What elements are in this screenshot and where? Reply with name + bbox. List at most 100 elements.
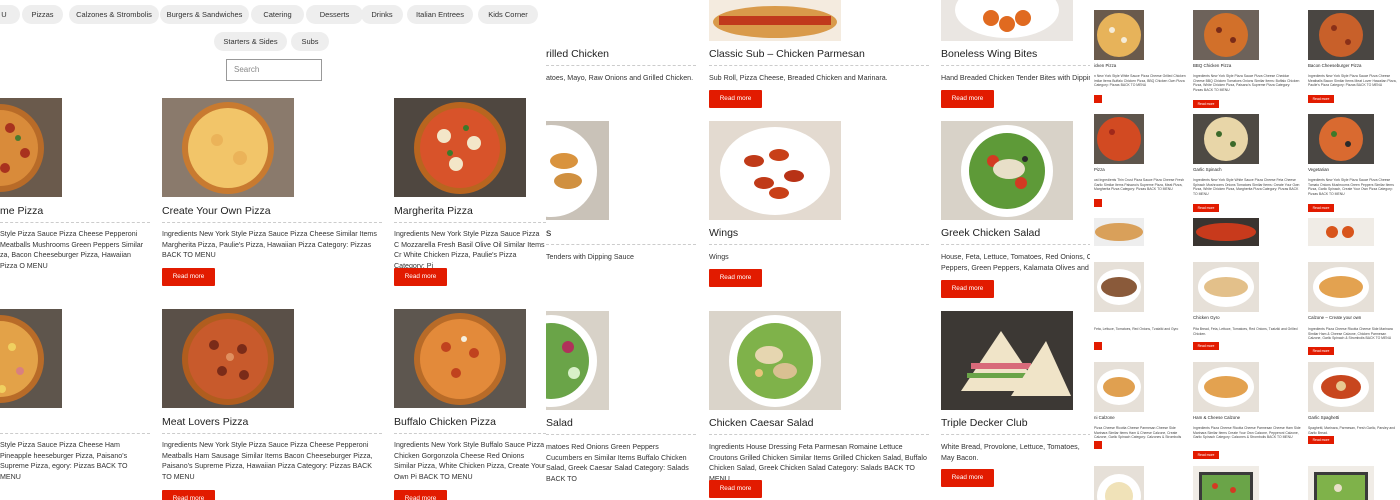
ham-cheese-calzone-thumb[interactable] <box>1193 362 1259 412</box>
search-input[interactable]: Search <box>226 59 322 81</box>
menu-item-title[interactable]: Pizza <box>1094 167 1105 172</box>
chicken-tenders-image[interactable] <box>546 121 609 220</box>
menu-item-title[interactable]: me Pizza <box>0 205 43 217</box>
menu-item-title[interactable]: Greek Chicken Salad <box>941 227 1040 239</box>
read-more-button[interactable]: Read more <box>162 490 215 500</box>
menu-item-title[interactable]: Salad <box>546 417 573 429</box>
read-more-button[interactable]: Read more <box>162 268 215 286</box>
menu-item-title[interactable]: Ham & Cheese Calzone <box>1193 415 1240 420</box>
bacon-cheeseburger-pizza-thumb[interactable] <box>1308 10 1374 60</box>
read-more-button[interactable]: Read more <box>1308 436 1334 444</box>
triple-decker-club-image[interactable] <box>941 311 1073 410</box>
menu-item-title[interactable]: Meat Lovers Pizza <box>162 416 248 428</box>
read-more-button[interactable]: Read more <box>941 280 994 298</box>
read-more-button[interactable]: Read more <box>1193 342 1219 350</box>
read-more-button[interactable] <box>1094 441 1102 449</box>
read-more-button[interactable] <box>1094 95 1102 103</box>
menu-item-description: Ingredients New York Style White Sauce P… <box>1193 178 1300 196</box>
create-your-own-pizza-image[interactable] <box>162 98 294 197</box>
read-more-button[interactable]: Read more <box>1193 451 1219 459</box>
chicken-pizza-thumb[interactable] <box>1094 10 1144 60</box>
pizza-thumb[interactable] <box>1094 114 1144 164</box>
menu-item-description: Ingredients House Dressing Feta Parmesan… <box>709 443 927 483</box>
sub-thumb[interactable] <box>1193 218 1259 246</box>
menu-item-description: House, Feta, Lettuce, Tomatoes, Red Onio… <box>941 253 1090 272</box>
category-tab[interactable]: Calzones & Strombolis <box>69 5 159 24</box>
menu-item-title[interactable]: Garlic Spaghetti <box>1308 415 1339 420</box>
menu-item-title[interactable]: Buffalo Chicken Pizza <box>394 416 496 428</box>
read-more-button[interactable]: Read more <box>941 90 994 108</box>
calzone-thumb[interactable] <box>1094 362 1144 412</box>
read-more-button[interactable] <box>1094 342 1102 350</box>
margherita-pizza-image[interactable] <box>394 98 526 197</box>
menu-item-title[interactable]: Bacon Cheeseburger Pizza <box>1308 63 1361 68</box>
menu-item-description: Spaghetti, Marinara, Parmesan, Fresh Gar… <box>1308 426 1396 435</box>
read-more-button[interactable] <box>1094 199 1102 207</box>
greek-chicken-salad-image[interactable] <box>941 121 1073 220</box>
read-more-button[interactable]: Read more <box>709 480 762 498</box>
read-more-button[interactable]: Read more <box>1193 100 1219 108</box>
menu-item-title[interactable]: rilled Chicken <box>546 48 609 60</box>
menu-item-title[interactable]: s <box>546 227 551 239</box>
menu-item-title[interactable]: Calzone – Create your own <box>1308 315 1361 320</box>
calzone-thumb[interactable] <box>1308 262 1374 312</box>
menu-item-title[interactable]: Margherita Pizza <box>394 205 473 217</box>
read-more-button[interactable]: Read more <box>1308 95 1334 103</box>
menu-item-description: Sub Roll, Pizza Cheese, Breaded Chicken … <box>709 74 888 82</box>
menu-item-title[interactable]: Chicken Gyro <box>1193 315 1220 320</box>
menu-item-description: Ingredients New York Style Pizza Sauce P… <box>394 230 545 270</box>
pasta-thumb[interactable] <box>1094 466 1144 500</box>
read-more-button[interactable]: Read more <box>941 469 994 487</box>
gyro-thumb[interactable] <box>1094 262 1144 312</box>
menu-item-title[interactable]: icken Pizza <box>1094 63 1116 68</box>
read-more-button[interactable]: Read more <box>394 490 447 500</box>
read-more-button[interactable]: Read more <box>1308 347 1334 355</box>
hawaiian-pizza-image[interactable] <box>0 309 62 408</box>
garlic-spinach-thumb[interactable] <box>1193 114 1259 164</box>
menu-item-title[interactable]: Create Your Own Pizza <box>162 205 271 217</box>
meat-lovers-pizza-image[interactable] <box>162 309 294 408</box>
menu-item-title[interactable]: BBQ Chicken Pizza <box>1193 63 1231 68</box>
category-tab[interactable]: U <box>0 5 20 24</box>
read-more-button[interactable]: Read more <box>394 268 447 286</box>
menu-item-description: Hand Breaded Chicken Tender Bites with D… <box>941 74 1090 82</box>
menu-item-title[interactable]: Triple Decker Club <box>941 417 1028 429</box>
chicken-parmesan-sub-image[interactable] <box>709 0 841 41</box>
boneless-wing-bites-image[interactable] <box>941 0 1073 41</box>
category-tab[interactable]: Pizzas <box>22 5 63 24</box>
read-more-button[interactable]: Read more <box>709 90 762 108</box>
catering-salad-thumb[interactable] <box>1193 466 1259 500</box>
read-more-button[interactable]: Read more <box>709 269 762 287</box>
menu-item-description: Feta, Lettuce, Tomatoes, Red Onions, Tza… <box>1094 327 1179 331</box>
sub-thumb[interactable] <box>1094 218 1144 246</box>
menu-item-title[interactable]: Boneless Wing Bites <box>941 48 1037 60</box>
menu-item-title[interactable]: Chicken Caesar Salad <box>709 417 813 429</box>
bbq-chicken-pizza-thumb[interactable] <box>1193 10 1259 60</box>
category-tab[interactable]: Kids Corner <box>478 5 538 24</box>
category-tab[interactable]: Subs <box>291 32 329 51</box>
garden-salad-image[interactable] <box>546 311 609 410</box>
wings-thumb[interactable] <box>1308 218 1374 246</box>
vegetarian-pizza-thumb[interactable] <box>1308 114 1374 164</box>
catering-salad-thumb[interactable] <box>1308 466 1374 500</box>
garlic-spaghetti-thumb[interactable] <box>1308 362 1374 412</box>
category-tab[interactable]: Burgers & Sandwiches <box>160 5 249 24</box>
wings-image[interactable] <box>709 121 841 220</box>
category-tab[interactable]: Catering <box>251 5 304 24</box>
category-tab[interactable]: Drinks <box>361 5 403 24</box>
pizza-image[interactable] <box>0 98 62 197</box>
menu-item-description: Ingredients New York Style Pizza Sauce P… <box>1308 74 1397 88</box>
menu-item-title[interactable]: Classic Sub – Chicken Parmesan <box>709 48 865 60</box>
buffalo-chicken-pizza-image[interactable] <box>394 309 526 408</box>
category-tab[interactable]: Italian Entrees <box>407 5 473 24</box>
chicken-gyro-thumb[interactable] <box>1193 262 1259 312</box>
menu-item-title[interactable]: Garlic Spinach <box>1193 167 1222 172</box>
category-tab[interactable]: Starters & Sides <box>214 32 287 51</box>
category-tab[interactable]: Desserts <box>306 5 363 24</box>
menu-item-title[interactable]: Vegetarian <box>1308 167 1329 172</box>
read-more-button[interactable]: Read more <box>1308 204 1334 212</box>
chicken-caesar-salad-image[interactable] <box>709 311 841 410</box>
menu-item-title[interactable]: ni Calzone <box>1094 415 1115 420</box>
menu-item-title[interactable]: Wings <box>709 227 738 239</box>
read-more-button[interactable]: Read more <box>1193 204 1219 212</box>
